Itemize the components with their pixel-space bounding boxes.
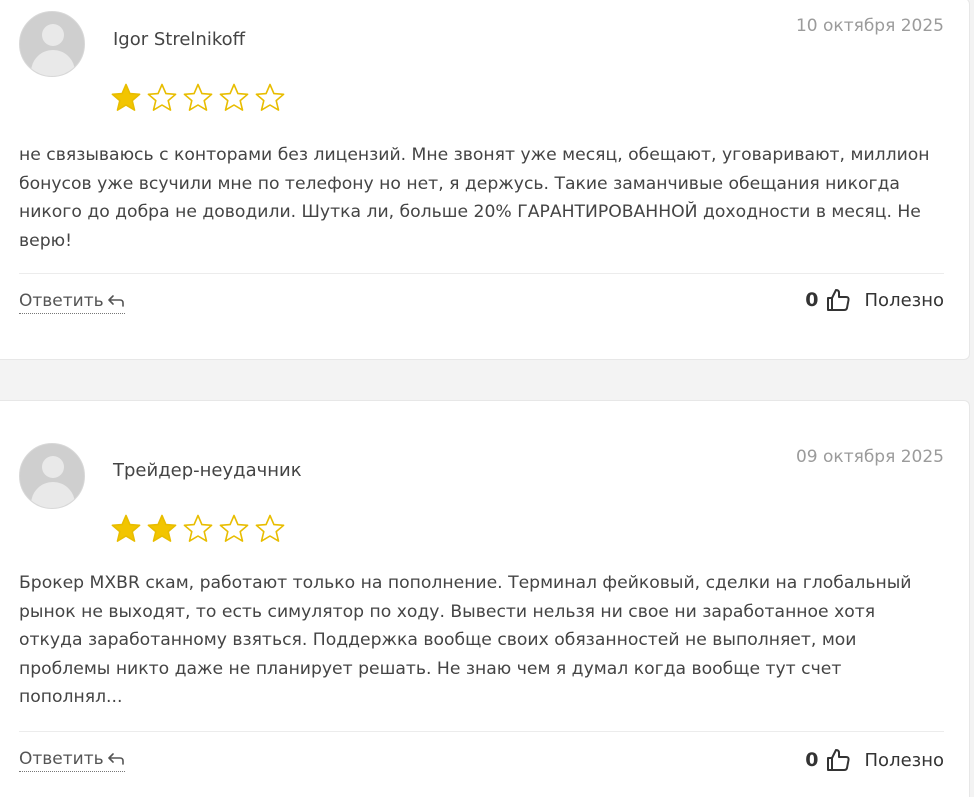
helpful-count: 0 xyxy=(805,749,819,771)
star-filled-icon xyxy=(147,514,177,542)
star-empty-icon xyxy=(183,83,213,111)
review-author: Трейдер-неудачник xyxy=(113,460,302,481)
reply-arrow-icon xyxy=(107,753,124,765)
review-card: Igor Strelnikoff 10 октября 2025 не связ… xyxy=(0,0,970,360)
divider xyxy=(19,273,944,274)
star-empty-icon xyxy=(219,83,249,111)
review-card: Трейдер-неудачник 09 октября 2025 Брокер… xyxy=(0,400,970,797)
star-empty-icon xyxy=(147,83,177,111)
star-filled-icon xyxy=(111,83,141,111)
helpful-button[interactable]: Полезно xyxy=(865,750,944,771)
review-author: Igor Strelnikoff xyxy=(113,29,246,50)
reply-button[interactable]: Ответить xyxy=(19,749,125,772)
review-text: не связываюсь с конторами без лицензий. … xyxy=(19,145,930,251)
thumbs-up-icon[interactable] xyxy=(825,747,851,773)
helpful-control: 0 Полезно xyxy=(805,747,944,773)
helpful-button[interactable]: Полезно xyxy=(865,290,944,311)
avatar xyxy=(19,11,85,77)
star-filled-icon xyxy=(111,514,141,542)
star-empty-icon xyxy=(183,514,213,542)
avatar xyxy=(19,443,85,509)
divider xyxy=(19,731,944,732)
helpful-count: 0 xyxy=(805,289,819,311)
star-empty-icon xyxy=(255,83,285,111)
review-date: 09 октября 2025 xyxy=(795,447,944,467)
thumbs-up-icon[interactable] xyxy=(825,287,851,313)
reply-label: Ответить xyxy=(19,749,104,769)
rating-stars xyxy=(110,82,286,114)
review-text: Брокер MXBR скам, работают только на поп… xyxy=(19,573,912,707)
reply-label: Ответить xyxy=(19,291,104,311)
helpful-control: 0 Полезно xyxy=(805,287,944,313)
star-empty-icon xyxy=(255,514,285,542)
reply-button[interactable]: Ответить xyxy=(19,291,125,314)
review-date: 10 октября 2025 xyxy=(795,16,944,36)
rating-stars xyxy=(110,513,286,545)
reply-arrow-icon xyxy=(107,295,124,307)
star-empty-icon xyxy=(219,514,249,542)
